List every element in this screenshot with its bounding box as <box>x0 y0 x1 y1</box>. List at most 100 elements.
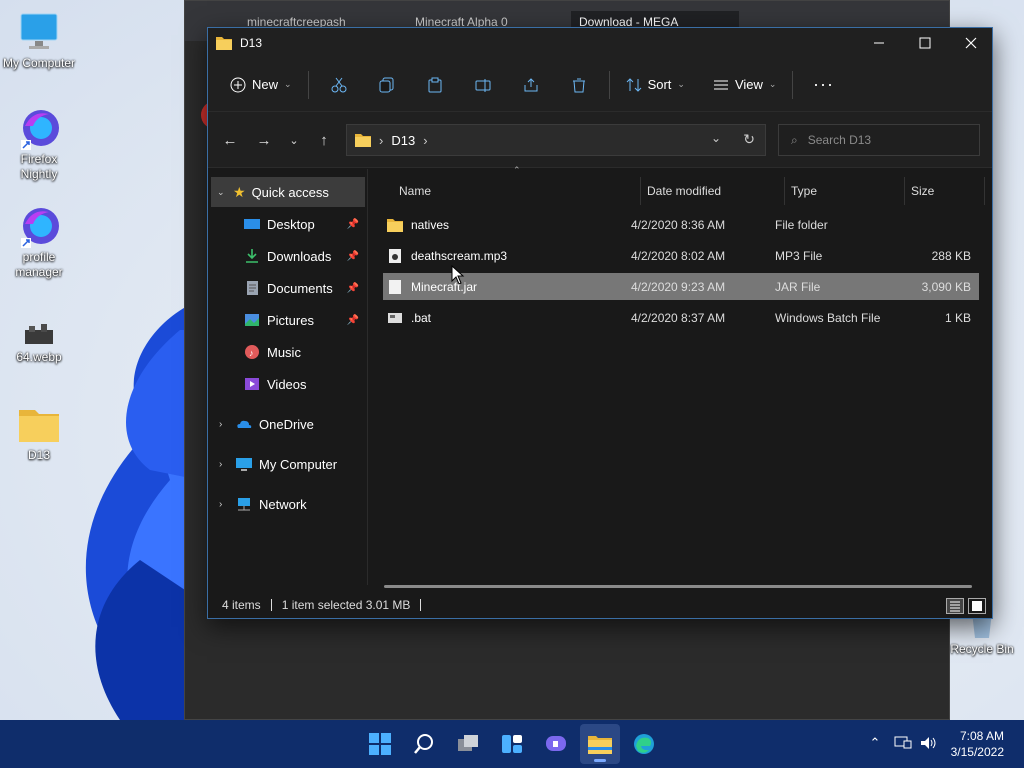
clock[interactable]: 7:08 AM 3/15/2022 <box>951 728 1004 760</box>
minimize-button[interactable] <box>856 28 902 58</box>
taskbar: ⌃ 7:08 AM 3/15/2022 <box>0 720 1024 768</box>
network-tray-button[interactable] <box>892 732 914 754</box>
divider <box>307 70 309 99</box>
nav-item-pictures[interactable]: Pictures 📌 <box>211 305 365 335</box>
sort-button[interactable]: Sort ⌄ <box>616 69 695 101</box>
copy-button[interactable] <box>363 69 411 101</box>
new-button[interactable]: New ⌄ <box>220 69 302 101</box>
file-row-selected[interactable]: Minecraft.jar 4/2/2020 9:23 AM JAR File … <box>383 273 979 300</box>
selection-info: 1 item selected 3.01 MB <box>281 598 411 612</box>
nav-item-quick-access[interactable]: ⌄ ★ Quick access <box>211 177 365 207</box>
rename-button[interactable] <box>459 69 507 101</box>
divider <box>792 70 794 99</box>
arrow-up-icon: ↑ <box>320 131 328 149</box>
chat-button[interactable] <box>536 724 576 764</box>
start-button[interactable] <box>360 724 400 764</box>
file-explorer-icon <box>588 736 612 754</box>
desktop-icon-label: My Computer <box>2 56 76 70</box>
nav-item-onedrive[interactable]: › OneDrive <box>211 409 365 439</box>
refresh-icon[interactable]: ↻ <box>743 131 755 148</box>
details-view-button[interactable] <box>946 598 964 614</box>
item-count: 4 items <box>222 598 261 612</box>
paste-button[interactable] <box>411 69 459 101</box>
desktop-icon-d13[interactable]: D13 <box>1 402 77 463</box>
firefox-nightly-icon <box>15 204 63 248</box>
recent-locations-button[interactable]: ⌄ <box>280 126 308 154</box>
nav-item-my-computer[interactable]: › My Computer <box>211 449 365 479</box>
cut-button[interactable] <box>315 69 363 101</box>
address-dropdown-icon[interactable]: ⌄ <box>711 131 721 145</box>
search-button[interactable] <box>404 724 444 764</box>
view-list-icon <box>713 80 728 89</box>
divider <box>270 599 272 611</box>
desktop-icon-label: Firefox Nightly <box>20 152 58 181</box>
jar-file-icon <box>389 279 401 294</box>
horizontal-scrollbar[interactable] <box>384 585 972 588</box>
desktop-icon-webp[interactable]: 64.webp <box>1 320 77 365</box>
file-row[interactable]: .bat 4/2/2020 8:37 AM Windows Batch File… <box>383 304 979 331</box>
widgets-button[interactable] <box>492 724 532 764</box>
active-indicator <box>594 759 606 762</box>
chevron-right-icon: › <box>219 418 223 430</box>
audio-file-icon <box>389 248 401 263</box>
ellipsis-icon: ··· <box>812 74 834 94</box>
forward-button[interactable]: → <box>250 126 278 154</box>
svg-text:♪: ♪ <box>249 348 254 358</box>
search-icon: ⌕ <box>791 132 798 147</box>
edge-button[interactable] <box>624 724 664 764</box>
file-explorer-window[interactable]: D13 New ⌄ Sort ⌄ View ⌄ ··· ← → ⌄ ↑ › D1… <box>207 27 993 619</box>
pin-icon: 📌 <box>346 282 359 294</box>
large-icons-view-button[interactable] <box>968 598 986 614</box>
star-icon: ★ <box>233 183 246 200</box>
copy-icon <box>379 77 394 92</box>
file-row[interactable]: natives 4/2/2020 8:36 AM File folder <box>383 211 979 238</box>
divider <box>608 70 610 99</box>
close-button[interactable] <box>948 28 994 58</box>
column-header-date[interactable]: Date modified <box>639 177 785 205</box>
nav-item-desktop[interactable]: Desktop 📌 <box>211 209 365 239</box>
desktop-icon-label: Recycle Bin <box>950 642 1014 656</box>
share-button[interactable] <box>507 69 555 101</box>
back-button[interactable]: ← <box>216 126 244 154</box>
address-bar[interactable]: › D13 › ⌄ ↻ <box>346 124 766 156</box>
nav-item-videos[interactable]: Videos <box>211 369 365 399</box>
file-list: ⌃ Name Date modified Type Size natives 4… <box>369 165 992 585</box>
address-row: ← → ⌄ ↑ › D13 › ⌄ ↻ ⌕ Search D13 <box>208 112 992 168</box>
pin-icon: 📌 <box>346 250 359 262</box>
column-header-name[interactable]: Name <box>391 177 641 205</box>
nav-item-network[interactable]: › Network <box>211 489 365 519</box>
delete-button[interactable] <box>555 69 603 101</box>
title-bar[interactable]: D13 <box>208 28 992 58</box>
status-bar: 4 items 1 item selected 3.01 MB <box>208 592 992 618</box>
nav-item-documents[interactable]: Documents 📌 <box>211 273 365 303</box>
folder-icon <box>387 218 403 232</box>
task-view-icon <box>458 735 478 751</box>
chevron-right-icon: › <box>219 498 223 510</box>
pictures-icon <box>245 314 259 326</box>
column-header-size[interactable]: Size <box>903 177 985 205</box>
volume-tray-button[interactable] <box>918 732 940 754</box>
breadcrumb-item[interactable]: D13 <box>391 133 415 148</box>
view-button[interactable]: View ⌄ <box>703 69 787 101</box>
show-hidden-icons-button[interactable]: ⌃ <box>864 732 886 754</box>
navigation-pane: ⌄ ★ Quick access Desktop 📌 Downloads 📌 D… <box>208 169 368 585</box>
desktop-icon-profile-manager[interactable]: profile manager <box>1 204 77 280</box>
nav-item-music[interactable]: ♪ Music <box>211 337 365 367</box>
desktop-icon-firefox-nightly[interactable]: Firefox Nightly <box>1 106 77 182</box>
details-view-icon <box>950 601 960 612</box>
column-header-type[interactable]: Type <box>783 177 905 205</box>
task-view-button[interactable] <box>448 724 488 764</box>
more-options-button[interactable]: ··· <box>799 69 847 101</box>
search-box[interactable]: ⌕ Search D13 <box>778 124 980 156</box>
up-button[interactable]: ↑ <box>310 126 338 154</box>
chevron-down-icon: ⌄ <box>217 186 225 197</box>
file-explorer-taskbar-button[interactable] <box>580 724 620 764</box>
maximize-button[interactable] <box>902 28 948 58</box>
nav-item-downloads[interactable]: Downloads 📌 <box>211 241 365 271</box>
pin-icon: 📌 <box>346 314 359 326</box>
file-row[interactable]: deathscream.mp3 4/2/2020 8:02 AM MP3 Fil… <box>383 242 979 269</box>
cloud-icon <box>237 420 252 428</box>
batch-file-icon <box>388 312 402 323</box>
search-placeholder: Search D13 <box>807 133 872 147</box>
desktop-icon-my-computer[interactable]: My Computer <box>1 10 77 71</box>
